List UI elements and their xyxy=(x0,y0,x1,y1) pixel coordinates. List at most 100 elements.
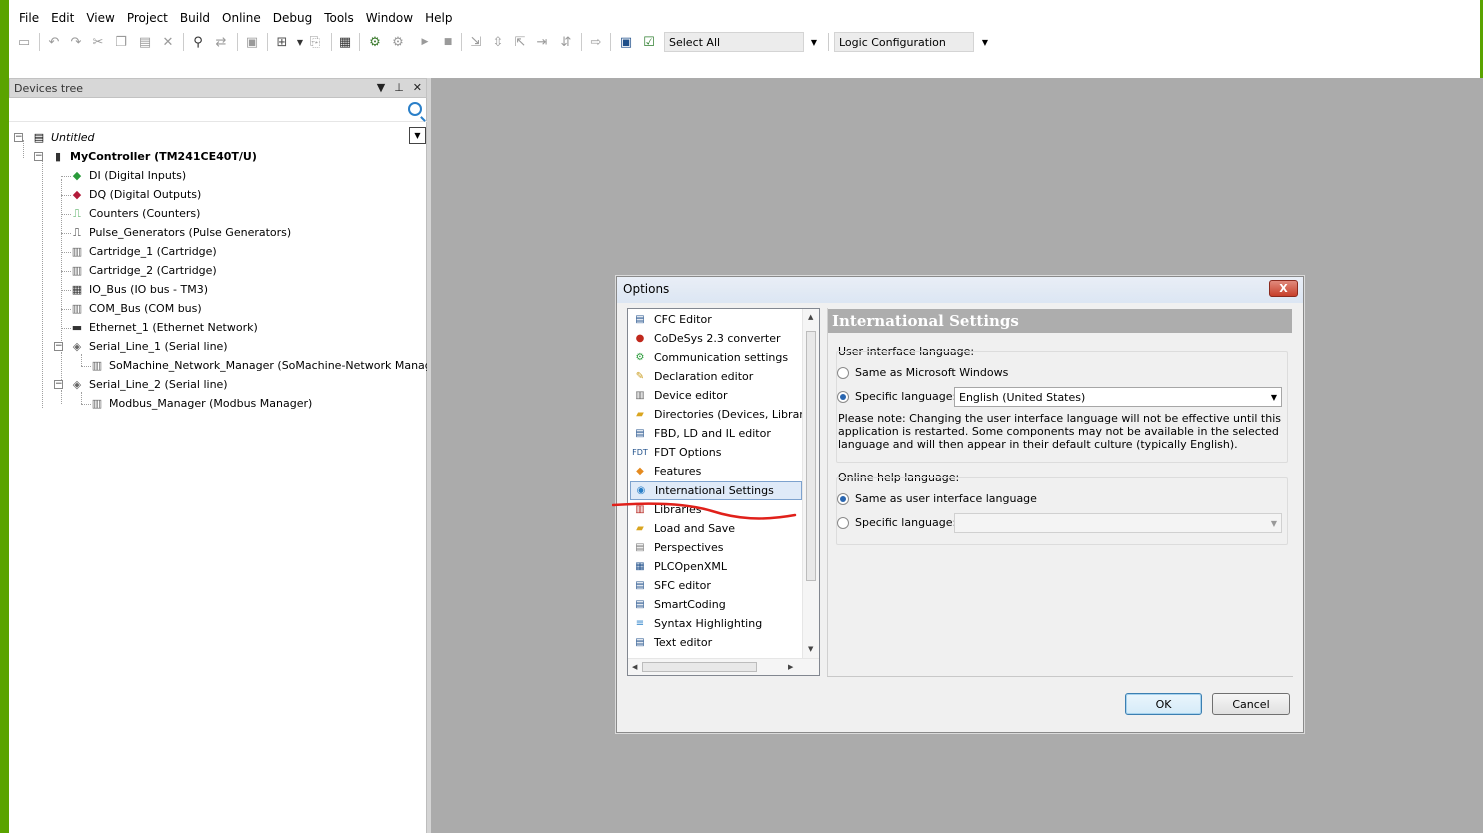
menu-online[interactable]: Online xyxy=(222,11,261,25)
calendar-icon[interactable]: ▦ xyxy=(336,33,354,51)
menu-view[interactable]: View xyxy=(86,11,114,25)
step-out-icon[interactable]: ⇱ xyxy=(511,33,529,51)
scroll-right-icon[interactable]: ▶ xyxy=(788,663,793,671)
tree-item-cartridge-2[interactable]: ▥ Cartridge_2 (Cartridge) xyxy=(69,261,217,280)
list-item[interactable]: ▤ SmartCoding xyxy=(630,595,802,614)
ok-button[interactable]: OK xyxy=(1125,693,1202,715)
tree-item-com-bus[interactable]: ▥ COM_Bus (COM bus) xyxy=(69,299,202,318)
list-item[interactable]: ▥ Device editor xyxy=(630,386,802,405)
list-item[interactable]: ▤ Perspectives xyxy=(630,538,802,557)
collapse-icon[interactable]: − xyxy=(14,133,23,142)
logout-icon[interactable]: ⚙ xyxy=(389,33,407,51)
step-into-icon[interactable]: ⇳ xyxy=(489,33,507,51)
close-button[interactable]: X xyxy=(1269,280,1298,297)
menu-debug[interactable]: Debug xyxy=(273,11,312,25)
menu-edit[interactable]: Edit xyxy=(51,11,74,25)
chevron-down-icon[interactable]: ▼ xyxy=(1271,393,1277,402)
select-all-combo[interactable]: Select All xyxy=(664,32,804,52)
scrollbar-thumb[interactable] xyxy=(642,662,757,672)
collapse-icon[interactable]: − xyxy=(54,380,63,389)
tree-item-io-bus[interactable]: ▦ IO_Bus (IO bus - TM3) xyxy=(69,280,208,299)
delete-icon[interactable]: ✕ xyxy=(159,33,177,51)
radio-help-specific-language[interactable] xyxy=(837,516,849,529)
collapse-icon[interactable]: − xyxy=(34,152,43,161)
scroll-up-icon[interactable]: ▲ xyxy=(808,313,813,321)
list-vertical-scrollbar[interactable]: ▲ ▼ xyxy=(802,309,819,659)
login-icon[interactable]: ⚙ xyxy=(366,33,384,51)
ui-language-specific-option[interactable]: Specific language: xyxy=(837,390,956,403)
tree-search-input[interactable] xyxy=(9,98,427,122)
help-language-same-option[interactable]: Same as user interface language xyxy=(837,492,1037,505)
tree-item-root[interactable]: ▤ Untitled xyxy=(31,128,95,147)
replace-icon[interactable]: ⇄ xyxy=(212,33,230,51)
help-language-select[interactable]: ▼ xyxy=(954,513,1282,533)
list-item[interactable]: ● CoDeSys 2.3 converter xyxy=(630,329,802,348)
cancel-button[interactable]: Cancel xyxy=(1212,693,1290,715)
help-language-specific-option[interactable]: Specific language: xyxy=(837,516,956,529)
tree-dropdown-button[interactable]: ▼ xyxy=(409,127,426,144)
chevron-down-icon[interactable]: ▼ xyxy=(977,32,993,52)
paste-icon[interactable]: ▤ xyxy=(136,33,154,51)
copy-icon[interactable]: ❐ xyxy=(112,33,130,51)
menu-tools[interactable]: Tools xyxy=(324,11,354,25)
radio-specific-language[interactable] xyxy=(837,390,849,403)
scroll-down-icon[interactable]: ▼ xyxy=(808,645,813,653)
menu-window[interactable]: Window xyxy=(366,11,413,25)
tree-item-counters[interactable]: ⎍ Counters (Counters) xyxy=(69,204,200,223)
print-icon[interactable]: ▭ xyxy=(15,33,33,51)
tree-item-cartridge-1[interactable]: ▥ Cartridge_1 (Cartridge) xyxy=(69,242,217,261)
run-to-cursor-icon[interactable]: ⇥ xyxy=(533,33,551,51)
close-icon[interactable]: ✕ xyxy=(413,81,422,94)
chevron-down-icon[interactable]: ▼ xyxy=(806,32,822,52)
list-item[interactable]: ▤ CFC Editor xyxy=(630,310,802,329)
logic-configuration-combo[interactable]: Logic Configuration xyxy=(834,32,974,52)
list-item[interactable]: ▦ PLCOpenXML xyxy=(630,557,802,576)
radio-same-as-windows[interactable] xyxy=(837,366,849,379)
cut-icon[interactable]: ✂ xyxy=(89,33,107,51)
list-item[interactable]: ▤ SFC editor xyxy=(630,576,802,595)
list-item[interactable]: ◆ Features xyxy=(630,462,802,481)
breakpoint-icon[interactable]: ⇵ xyxy=(557,33,575,51)
ui-language-select[interactable]: English (United States) ▼ xyxy=(954,387,1282,407)
list-item[interactable]: FDT FDT Options xyxy=(630,443,802,462)
list-horizontal-scrollbar[interactable]: ◀ ▶ xyxy=(628,658,819,675)
chevron-down-icon[interactable]: ▼ xyxy=(377,81,385,94)
list-item[interactable]: ≡ Syntax Highlighting xyxy=(630,614,802,633)
select-all-icon[interactable]: ☑ xyxy=(640,33,658,51)
scroll-left-icon[interactable]: ◀ xyxy=(632,663,637,671)
list-item[interactable]: ⚙ Communication settings xyxy=(630,348,802,367)
tree-item-serial-line-2[interactable]: ◈ Serial_Line_2 (Serial line) xyxy=(69,375,228,394)
find-icon[interactable]: ⚲ xyxy=(189,33,207,51)
pin-icon[interactable]: ⊥ xyxy=(394,81,404,94)
step-over-icon[interactable]: ⇲ xyxy=(467,33,485,51)
add-object-icon[interactable]: ⊞ xyxy=(273,33,291,51)
list-item[interactable]: ▤ FBD, LD and IL editor xyxy=(630,424,802,443)
ui-language-same-option[interactable]: Same as Microsoft Windows xyxy=(837,366,1008,379)
menu-build[interactable]: Build xyxy=(180,11,210,25)
menu-project[interactable]: Project xyxy=(127,11,168,25)
monitor-icon[interactable]: ▣ xyxy=(617,33,635,51)
tree-item-network-manager[interactable]: ▥ SoMachine_Network_Manager (SoMachine-N… xyxy=(89,356,448,375)
open-icon[interactable]: ⎘ xyxy=(306,33,324,51)
window-icon[interactable]: ▣ xyxy=(243,33,261,51)
list-item[interactable]: ▤ Text editor xyxy=(630,633,802,652)
tree-item-ethernet[interactable]: ▬ Ethernet_1 (Ethernet Network) xyxy=(69,318,258,337)
undo-icon[interactable]: ↶ xyxy=(45,33,63,51)
run-icon[interactable]: ▶ xyxy=(416,33,434,51)
redo-icon[interactable]: ↷ xyxy=(67,33,85,51)
tree-item-controller[interactable]: ▮ MyController (TM241CE40T/U) xyxy=(50,147,257,166)
chevron-down-icon[interactable]: ▼ xyxy=(1271,519,1277,528)
scrollbar-thumb[interactable] xyxy=(806,331,816,581)
menu-file[interactable]: File xyxy=(19,11,39,25)
tree-item-serial-line-1[interactable]: ◈ Serial_Line_1 (Serial line) xyxy=(69,337,228,356)
tree-item-pulse-generators[interactable]: ⎍ Pulse_Generators (Pulse Generators) xyxy=(69,223,291,242)
collapse-icon[interactable]: − xyxy=(54,342,63,351)
stop-icon[interactable]: ■ xyxy=(439,33,457,51)
menu-help[interactable]: Help xyxy=(425,11,452,25)
tree-item-dq[interactable]: ◆ DQ (Digital Outputs) xyxy=(69,185,202,204)
list-item[interactable]: ✎ Declaration editor xyxy=(630,367,802,386)
list-item[interactable]: ▰ Directories (Devices, Librarie xyxy=(630,405,802,424)
search-icon[interactable] xyxy=(408,102,422,116)
radio-same-as-ui-language[interactable] xyxy=(837,492,849,505)
tree-item-modbus-manager[interactable]: ▥ Modbus_Manager (Modbus Manager) xyxy=(89,394,313,413)
